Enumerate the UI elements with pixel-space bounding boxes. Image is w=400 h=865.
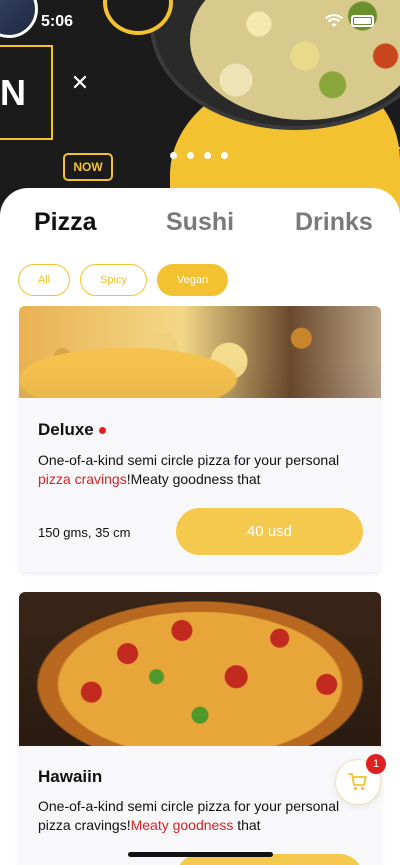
product-image (19, 306, 381, 398)
close-icon[interactable]: ✕ (70, 72, 90, 94)
filter-chips: All Spicy Vegan (18, 264, 228, 296)
description-text: that (233, 817, 261, 833)
filter-chip-spicy[interactable]: Spicy (80, 264, 147, 296)
description-text: !Meaty goodness that (126, 471, 261, 487)
cart-icon (348, 773, 367, 791)
banner-deco-icon (385, 170, 397, 182)
description-highlight: pizza cravings (38, 471, 127, 487)
wifi-icon (325, 14, 343, 27)
price-button[interactable]: 40 usd (176, 508, 363, 555)
category-tabs: Pizza Sushi Drinks (0, 208, 400, 248)
carousel-dot[interactable] (170, 152, 177, 159)
menu-sheet: Pizza Sushi Drinks All Spicy Vegan Delux… (0, 188, 400, 865)
description-text: One-of-a-kind semi circle pizza for your… (38, 452, 340, 468)
banner-deco-icon (393, 147, 400, 159)
carousel-dot[interactable] (204, 152, 211, 159)
filter-chip-vegan[interactable]: Vegan (157, 264, 228, 296)
description-highlight: Meaty goodness (130, 817, 234, 833)
product-image (19, 592, 381, 746)
status-time: 5:06 (41, 13, 74, 30)
battery-icon (351, 15, 374, 27)
carousel-dot[interactable] (187, 152, 194, 159)
product-title: Deluxe (38, 420, 106, 440)
home-indicator[interactable] (128, 852, 273, 857)
product-description: One-of-a-kind semi circle pizza for your… (38, 451, 368, 489)
product-size: 150 gms, 35 cm (38, 525, 131, 540)
tab-pizza[interactable]: Pizza (34, 208, 97, 237)
product-card[interactable]: Deluxe One-of-a-kind semi circle pizza f… (19, 306, 381, 572)
banner-headline-letter: N (0, 72, 26, 113)
avatar[interactable] (0, 0, 38, 38)
carousel-dot[interactable] (221, 152, 228, 159)
tab-drinks[interactable]: Drinks (295, 208, 373, 237)
product-name: Hawaiin (38, 767, 103, 786)
carousel-dots (170, 152, 228, 159)
tab-sushi[interactable]: Sushi (166, 208, 234, 237)
status-icons (325, 14, 374, 28)
product-card[interactable]: Hawaiin One-of-a-kind semi circle pizza … (19, 592, 381, 865)
filter-chip-all[interactable]: All (18, 264, 70, 296)
banner-cta-button[interactable]: NOW (63, 153, 113, 181)
new-indicator-dot (98, 427, 106, 435)
product-title: Hawaiin (38, 767, 102, 787)
product-description: One-of-a-kind semi circle pizza for your… (38, 797, 368, 835)
product-name: Deluxe (38, 420, 94, 439)
cart-count-badge: 1 (366, 754, 386, 774)
hero-banner[interactable]: N ✕ NOW 5:06 (0, 0, 400, 215)
